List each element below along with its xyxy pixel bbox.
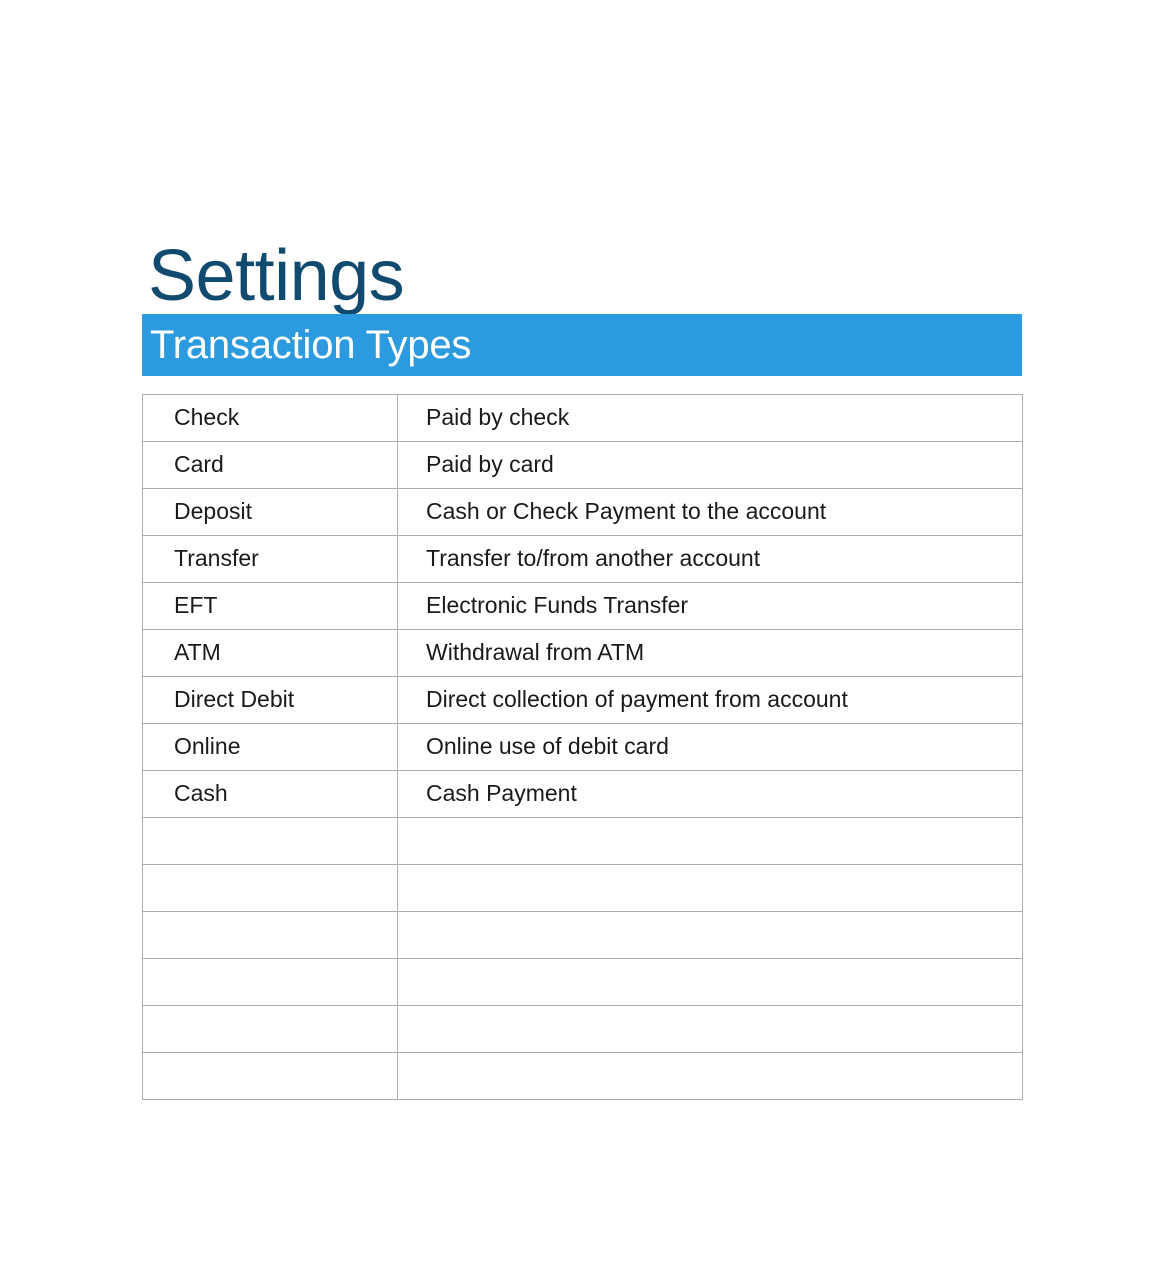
transaction-type-label xyxy=(143,1076,397,1077)
table-cell-description[interactable]: Direct collection of payment from accoun… xyxy=(397,676,1023,724)
transaction-type-label: ATM xyxy=(174,640,221,666)
table-cell-type[interactable]: Cash xyxy=(142,770,398,818)
table-cell-type[interactable]: EFT xyxy=(142,582,398,630)
transaction-type-label: Check xyxy=(174,405,240,431)
table-cell-description[interactable] xyxy=(397,958,1023,1006)
table-cell-description[interactable]: Cash Payment xyxy=(397,770,1023,818)
transaction-description-label: Direct collection of payment from accoun… xyxy=(426,687,848,713)
table-cell-description[interactable] xyxy=(397,864,1023,912)
transaction-description-label: Cash or Check Payment to the account xyxy=(426,499,827,525)
transaction-type-label xyxy=(143,1029,397,1030)
table-cell-type[interactable] xyxy=(142,911,398,959)
table-cell-description[interactable]: Paid by check xyxy=(397,394,1023,442)
settings-page: Settings Transaction Types Check Paid by… xyxy=(0,0,1165,1280)
table-row-empty[interactable] xyxy=(142,864,1023,912)
table-row[interactable]: Cash Cash Payment xyxy=(142,770,1023,818)
transaction-types-table-body: Check Paid by check Card Paid by card De… xyxy=(142,394,1023,1100)
table-cell-type[interactable]: Transfer xyxy=(142,535,398,583)
transaction-description-label: Transfer to/from another account xyxy=(426,546,761,572)
transaction-type-label xyxy=(143,982,397,983)
table-row[interactable]: EFT Electronic Funds Transfer xyxy=(142,582,1023,630)
table-cell-description[interactable] xyxy=(397,817,1023,865)
transaction-type-label xyxy=(143,888,397,889)
table-row[interactable]: Online Online use of debit card xyxy=(142,723,1023,771)
table-cell-description[interactable] xyxy=(397,1052,1023,1100)
section-banner-label: Transaction Types xyxy=(150,323,472,367)
table-cell-description[interactable]: Transfer to/from another account xyxy=(397,535,1023,583)
transaction-type-label: Transfer xyxy=(174,546,259,572)
transaction-types-section-banner: Transaction Types xyxy=(142,314,1022,376)
table-cell-description[interactable] xyxy=(397,911,1023,959)
table-cell-type[interactable]: Direct Debit xyxy=(142,676,398,724)
table-row-empty[interactable] xyxy=(142,958,1023,1006)
page-title: Settings xyxy=(148,236,405,317)
table-cell-type[interactable] xyxy=(142,1052,398,1100)
table-cell-type[interactable]: Check xyxy=(142,394,398,442)
transaction-description-label: Electronic Funds Transfer xyxy=(426,593,689,619)
table-cell-type[interactable] xyxy=(142,958,398,1006)
table-cell-type[interactable]: ATM xyxy=(142,629,398,677)
table-cell-description[interactable]: Cash or Check Payment to the account xyxy=(397,488,1023,536)
table-row-empty[interactable] xyxy=(142,1052,1023,1100)
table-row[interactable]: Card Paid by card xyxy=(142,441,1023,489)
table-row[interactable]: Deposit Cash or Check Payment to the acc… xyxy=(142,488,1023,536)
transaction-types-table: Check Paid by check Card Paid by card De… xyxy=(142,394,1023,1100)
table-cell-description[interactable]: Withdrawal from ATM xyxy=(397,629,1023,677)
transaction-description-label xyxy=(398,935,1022,936)
table-cell-description[interactable]: Paid by card xyxy=(397,441,1023,489)
table-cell-description[interactable]: Online use of debit card xyxy=(397,723,1023,771)
transaction-description-label xyxy=(398,1029,1022,1030)
transaction-type-label: Deposit xyxy=(174,499,252,525)
transaction-type-label: EFT xyxy=(174,593,218,619)
transaction-description-label: Paid by card xyxy=(426,452,554,478)
table-row-empty[interactable] xyxy=(142,1005,1023,1053)
table-row[interactable]: Transfer Transfer to/from another accoun… xyxy=(142,535,1023,583)
transaction-description-label: Paid by check xyxy=(426,405,570,431)
transaction-type-label xyxy=(143,935,397,936)
transaction-description-label: Cash Payment xyxy=(426,781,577,807)
table-cell-type[interactable]: Deposit xyxy=(142,488,398,536)
table-cell-type[interactable]: Card xyxy=(142,441,398,489)
transaction-type-label: Direct Debit xyxy=(174,687,295,713)
transaction-description-label xyxy=(398,888,1022,889)
table-cell-type[interactable] xyxy=(142,864,398,912)
transaction-type-label: Online xyxy=(174,734,241,760)
transaction-type-label xyxy=(143,841,397,842)
transaction-description-label xyxy=(398,841,1022,842)
transaction-type-label: Cash xyxy=(174,781,228,807)
table-cell-type[interactable] xyxy=(142,1005,398,1053)
table-row-empty[interactable] xyxy=(142,817,1023,865)
table-row-empty[interactable] xyxy=(142,911,1023,959)
table-cell-type[interactable]: Online xyxy=(142,723,398,771)
table-cell-description[interactable] xyxy=(397,1005,1023,1053)
table-row[interactable]: ATM Withdrawal from ATM xyxy=(142,629,1023,677)
transaction-description-label xyxy=(398,1076,1022,1077)
table-row[interactable]: Check Paid by check xyxy=(142,394,1023,442)
transaction-description-label: Withdrawal from ATM xyxy=(426,640,645,666)
transaction-description-label: Online use of debit card xyxy=(426,734,669,760)
table-row[interactable]: Direct Debit Direct collection of paymen… xyxy=(142,676,1023,724)
transaction-description-label xyxy=(398,982,1022,983)
table-cell-type[interactable] xyxy=(142,817,398,865)
table-cell-description[interactable]: Electronic Funds Transfer xyxy=(397,582,1023,630)
transaction-type-label: Card xyxy=(174,452,224,478)
